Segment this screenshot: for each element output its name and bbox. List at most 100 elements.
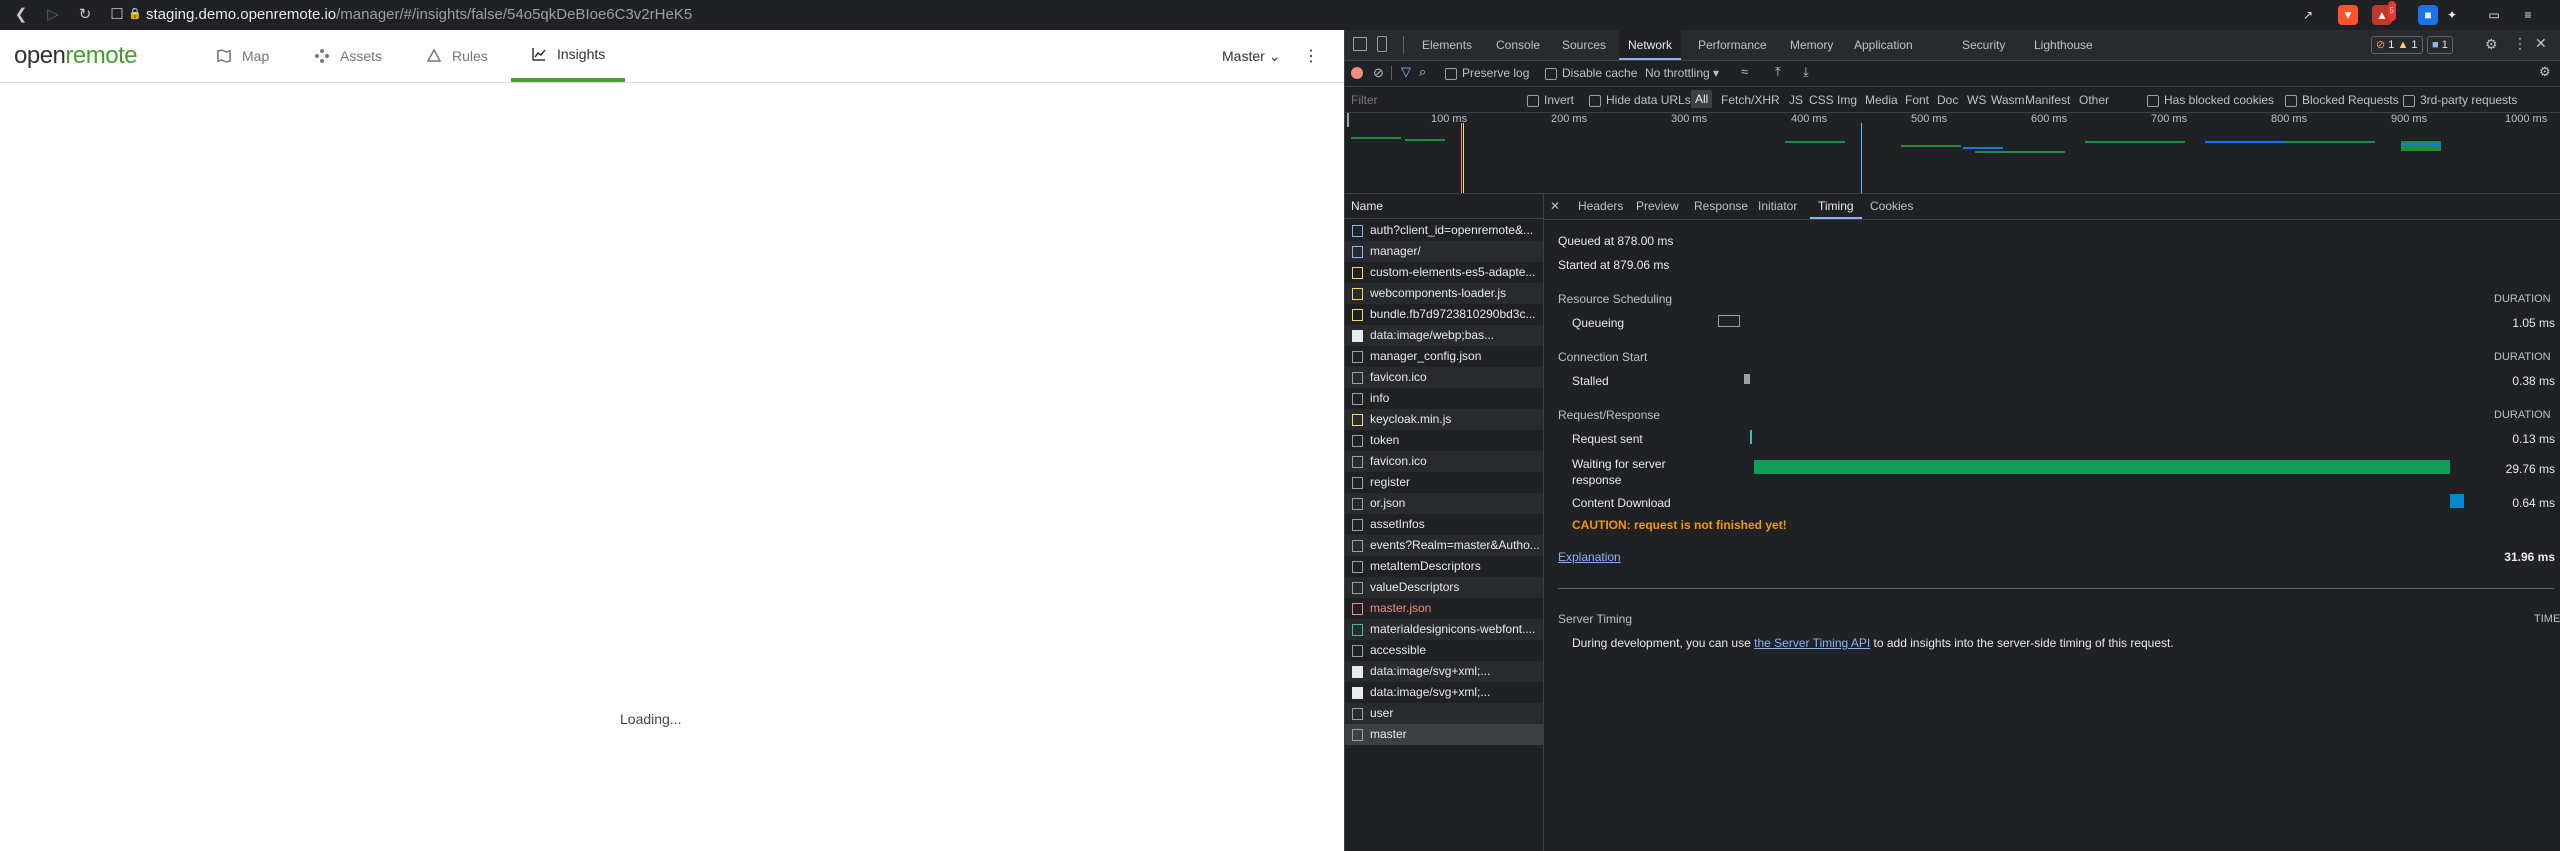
tab-timing[interactable]: Timing: [1810, 194, 1862, 219]
address-bar[interactable]: staging.demo.openremote.io/manager/#/ins…: [146, 5, 692, 25]
tab-initiator[interactable]: Initiator: [1750, 194, 1805, 219]
device-toolbar-icon[interactable]: [1377, 36, 1387, 52]
filter-type-fetch-xhr[interactable]: Fetch/XHR: [1721, 93, 1780, 107]
explanation-link[interactable]: Explanation: [1558, 550, 1621, 564]
request-row[interactable]: manager/: [1345, 241, 1543, 262]
request-row[interactable]: info: [1345, 388, 1543, 409]
brave-shield-icon[interactable]: ▼: [2338, 5, 2358, 25]
export-har-icon[interactable]: ⤓: [1803, 64, 1809, 80]
blocked-requests-checkbox[interactable]: Blocked Requests: [2285, 93, 2399, 107]
request-row[interactable]: favicon.ico: [1345, 367, 1543, 388]
request-row[interactable]: master: [1345, 724, 1543, 745]
hide-data-urls-checkbox[interactable]: Hide data URLs: [1589, 93, 1691, 107]
tab-sources[interactable]: Sources: [1553, 30, 1615, 60]
tab-application[interactable]: Application: [1845, 30, 1922, 60]
request-row[interactable]: bundle.fb7d9723810290bd3c...: [1345, 304, 1543, 325]
more-vert-icon[interactable]: ⋮: [1303, 46, 1319, 66]
filter-type-js[interactable]: JS: [1789, 93, 1803, 107]
request-row[interactable]: auth?client_id=openremote&...: [1345, 220, 1543, 241]
inspect-element-icon[interactable]: [1353, 37, 1367, 51]
more-vert-icon[interactable]: ⋮: [2513, 35, 2527, 52]
tab-preview[interactable]: Preview: [1628, 194, 1687, 219]
issues-counter[interactable]: ⊘ 1 ▲ 1: [2371, 36, 2423, 54]
nav-insights[interactable]: Insights: [511, 30, 626, 82]
request-row[interactable]: accessible: [1345, 640, 1543, 661]
tab-elements[interactable]: Elements: [1413, 30, 1481, 60]
request-row[interactable]: or.json: [1345, 493, 1543, 514]
request-row[interactable]: materialdesignicons-webfont....: [1345, 619, 1543, 640]
tab-console[interactable]: Console: [1487, 30, 1549, 60]
filter-type-other[interactable]: Other: [2079, 93, 2109, 107]
has-blocked-cookies-checkbox[interactable]: Has blocked cookies: [2147, 93, 2274, 107]
request-row[interactable]: data:image/svg+xml;...: [1345, 661, 1543, 682]
tab-response[interactable]: Response: [1686, 194, 1756, 219]
menu-icon[interactable]: ≡: [2518, 5, 2538, 25]
filter-type-all[interactable]: All: [1691, 90, 1713, 108]
back-icon[interactable]: ❮: [10, 4, 32, 26]
brave-rewards-icon[interactable]: ▲ 5: [2372, 1, 2396, 25]
network-settings-icon[interactable]: ⚙: [2539, 64, 2551, 80]
filter-type-wasm[interactable]: Wasm: [1991, 93, 2025, 107]
filter-input[interactable]: [1349, 90, 1513, 110]
invert-checkbox[interactable]: Invert: [1527, 93, 1574, 107]
request-row[interactable]: manager_config.json: [1345, 346, 1543, 367]
request-row[interactable]: events?Realm=master&Autho...: [1345, 535, 1543, 556]
bookmark-icon[interactable]: ☐: [106, 4, 128, 26]
tab-network[interactable]: Network: [1619, 30, 1682, 60]
nav-assets[interactable]: Assets: [314, 30, 382, 82]
request-row[interactable]: master.json: [1345, 598, 1543, 619]
share-icon[interactable]: ↗: [2298, 5, 2318, 25]
close-devtools-icon[interactable]: ✕: [2535, 35, 2547, 52]
openremote-logo[interactable]: openremote: [14, 42, 138, 70]
filter-type-doc[interactable]: Doc: [1937, 93, 1958, 107]
request-row[interactable]: custom-elements-es5-adapte...: [1345, 262, 1543, 283]
request-row[interactable]: valueDescriptors: [1345, 577, 1543, 598]
nav-map[interactable]: Map: [216, 30, 269, 82]
import-har-icon[interactable]: ⤒: [1775, 64, 1781, 80]
tab-lighthouse[interactable]: Lighthouse: [2025, 30, 2102, 60]
request-row[interactable]: user: [1345, 703, 1543, 724]
filter-type-font[interactable]: Font: [1905, 93, 1929, 107]
request-row[interactable]: data:image/webp;bas...: [1345, 325, 1543, 346]
disable-cache-checkbox[interactable]: Disable cache: [1545, 66, 1637, 80]
settings-gear-icon[interactable]: ⚙: [2485, 36, 2498, 53]
filter-type-css[interactable]: CSS: [1809, 93, 1834, 107]
server-timing-api-link[interactable]: the Server Timing API: [1754, 636, 1870, 650]
network-conditions-icon[interactable]: ≈: [1741, 64, 1748, 79]
request-row[interactable]: assetInfos: [1345, 514, 1543, 535]
request-row[interactable]: favicon.ico: [1345, 451, 1543, 472]
extension-icon[interactable]: ■: [2418, 5, 2438, 25]
wallet-icon[interactable]: ▭: [2484, 5, 2504, 25]
third-party-checkbox[interactable]: 3rd-party requests: [2403, 93, 2517, 107]
preserve-log-checkbox[interactable]: Preserve log: [1445, 66, 1529, 80]
filter-type-ws[interactable]: WS: [1967, 93, 1986, 107]
tab-performance[interactable]: Performance: [1689, 30, 1776, 60]
request-row[interactable]: metaItemDescriptors: [1345, 556, 1543, 577]
tab-security[interactable]: Security: [1953, 30, 2014, 60]
request-row[interactable]: webcomponents-loader.js: [1345, 283, 1543, 304]
filter-type-img[interactable]: Img: [1837, 93, 1857, 107]
messages-counter[interactable]: ■ 1: [2427, 36, 2453, 54]
filter-icon[interactable]: ▽: [1401, 64, 1411, 80]
filter-type-media[interactable]: Media: [1865, 93, 1898, 107]
filter-type-manifest[interactable]: Manifest: [2025, 93, 2070, 107]
tab-headers[interactable]: Headers: [1570, 194, 1631, 219]
request-row[interactable]: token: [1345, 430, 1543, 451]
close-detail-icon[interactable]: ✕: [1550, 199, 1560, 213]
network-overview-timeline[interactable]: 100 ms 200 ms 300 ms 400 ms 500 ms 600 m…: [1345, 113, 2560, 194]
realm-selector[interactable]: Master ⌄: [1222, 48, 1280, 65]
extensions-puzzle-icon[interactable]: ✦: [2442, 5, 2462, 25]
search-icon[interactable]: ⌕: [1419, 64, 1426, 80]
nav-rules[interactable]: Rules: [426, 30, 488, 82]
request-row[interactable]: data:image/svg+xml;...: [1345, 682, 1543, 703]
name-column-header[interactable]: Name: [1345, 194, 1543, 219]
forward-icon[interactable]: ▷: [42, 4, 64, 26]
request-row[interactable]: keycloak.min.js: [1345, 409, 1543, 430]
request-row[interactable]: register: [1345, 472, 1543, 493]
tab-memory[interactable]: Memory: [1781, 30, 1842, 60]
throttling-select[interactable]: No throttling ▾: [1645, 66, 1719, 80]
tab-cookies[interactable]: Cookies: [1862, 194, 1921, 219]
clear-icon[interactable]: ⊘: [1373, 65, 1384, 81]
record-icon[interactable]: [1351, 67, 1363, 79]
reload-icon[interactable]: ↻: [74, 4, 96, 26]
